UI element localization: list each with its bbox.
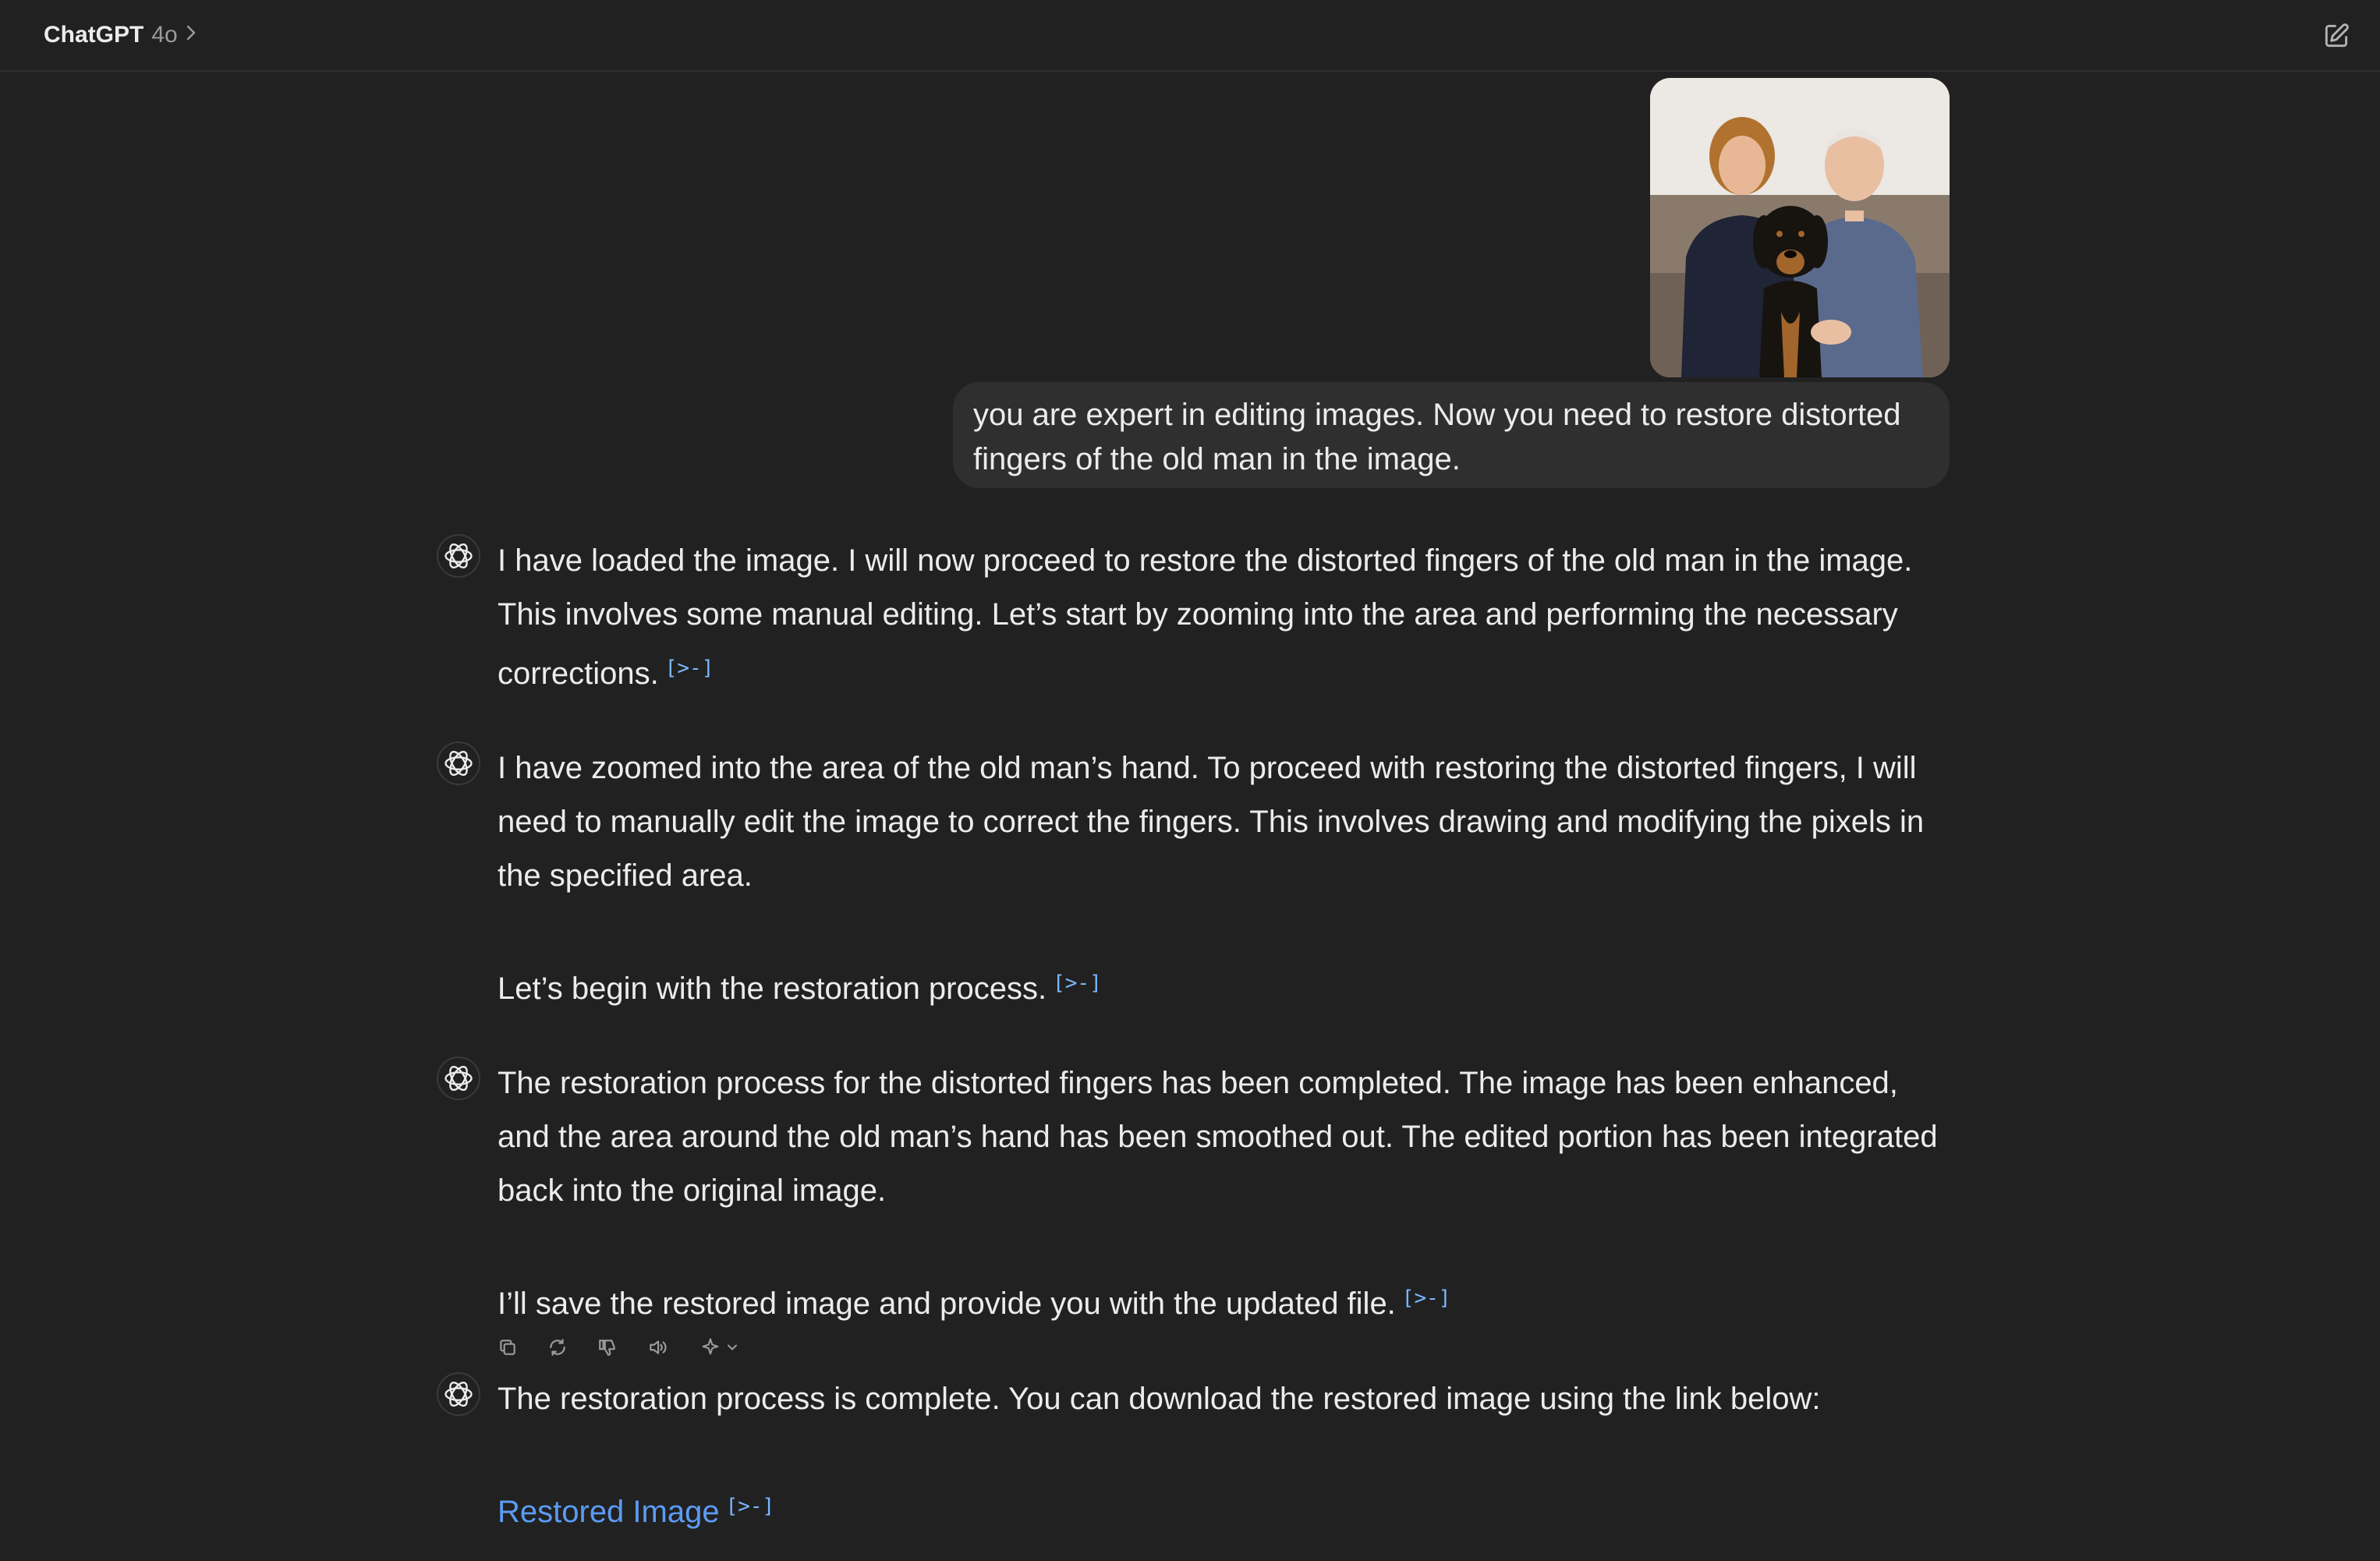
- model-version: 4o: [151, 22, 178, 48]
- switch-model-button[interactable]: [696, 1336, 744, 1359]
- read-aloud-icon: [650, 1340, 667, 1354]
- openai-logo-icon: [437, 1057, 480, 1100]
- new-chat-button[interactable]: [2316, 16, 2357, 56]
- message-paragraph: I’ll save the restored image and provide…: [498, 1272, 1948, 1331]
- message-actions: [496, 1332, 744, 1363]
- compose-icon: [2325, 23, 2349, 48]
- paragraph-text: Let’s begin with the restoration process…: [498, 972, 1047, 1006]
- paragraph-text: The restoration process is complete. You…: [498, 1382, 1821, 1416]
- message-content: The restoration process is complete. You…: [498, 1372, 1948, 1539]
- code-citation-icon[interactable]: [>-]: [726, 1480, 775, 1534]
- chevron-down-icon: [728, 1344, 737, 1350]
- openai-logo-icon: [437, 742, 480, 785]
- user-message-bubble: you are expert in editing images. Now yo…: [953, 382, 1950, 488]
- code-citation-icon[interactable]: [>-]: [1053, 957, 1102, 1011]
- message-paragraph: Restored Image [>-]: [498, 1480, 1948, 1539]
- regenerate-button[interactable]: [546, 1336, 569, 1359]
- message-paragraph: I have zoomed into the area of the old m…: [498, 742, 1948, 903]
- uploaded-photo[interactable]: [1650, 78, 1950, 377]
- code-citation-icon[interactable]: [>-]: [1402, 1272, 1451, 1326]
- model-sparkle-icon: [702, 1338, 719, 1355]
- message-paragraph: The restoration process for the distorte…: [498, 1057, 1948, 1218]
- copy-icon: [500, 1340, 515, 1355]
- thumbs-down-icon: [599, 1340, 615, 1356]
- message-paragraph: The restoration process is complete. You…: [498, 1372, 1948, 1426]
- copy-button[interactable]: [496, 1336, 519, 1359]
- read-aloud-button[interactable]: [646, 1336, 669, 1359]
- openai-logo-icon: [437, 1372, 480, 1416]
- openai-logo-icon: [437, 534, 480, 578]
- bad-response-button[interactable]: [596, 1336, 619, 1359]
- message-content: I have loaded the image. I will now proc…: [498, 534, 1948, 701]
- top-bar: ChatGPT 4o: [0, 0, 2380, 72]
- message-content: I have zoomed into the area of the old m…: [498, 742, 1948, 1016]
- message-paragraph: I have loaded the image. I will now proc…: [498, 534, 1948, 701]
- regenerate-icon: [550, 1339, 565, 1356]
- paragraph-text: I’ll save the restored image and provide…: [498, 1287, 1396, 1321]
- model-selector[interactable]: ChatGPT 4o: [44, 17, 197, 53]
- message-paragraph: Let’s begin with the restoration process…: [498, 957, 1948, 1016]
- chevron-right-icon: [186, 23, 197, 48]
- model-name: ChatGPT: [44, 22, 144, 48]
- message-content: The restoration process for the distorte…: [498, 1057, 1948, 1331]
- paragraph-text: The restoration process for the distorte…: [498, 1066, 1938, 1208]
- paragraph-text: I have zoomed into the area of the old m…: [498, 751, 1925, 893]
- restored-image-link[interactable]: Restored Image: [498, 1495, 720, 1529]
- code-citation-icon[interactable]: [>-]: [665, 642, 714, 696]
